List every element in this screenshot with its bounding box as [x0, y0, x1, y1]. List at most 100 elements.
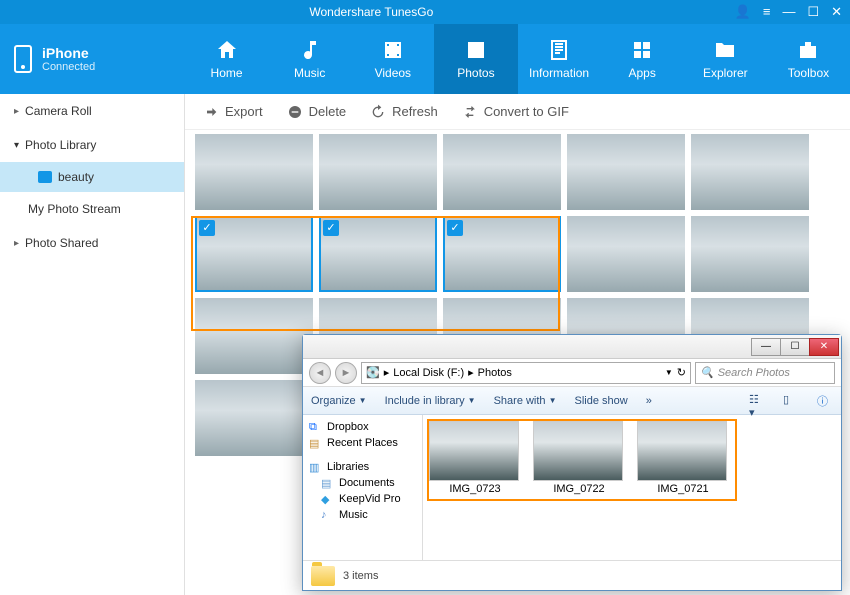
sidebar-photo-library[interactable]: Photo Library	[0, 128, 184, 162]
convert-gif-button[interactable]: Convert to GIF	[462, 104, 569, 120]
photo-thumb[interactable]	[691, 134, 809, 210]
explorer-maximize-button[interactable]: ☐	[780, 338, 810, 356]
search-input[interactable]: 🔍 Search Photos	[695, 362, 835, 384]
chevron-down-icon[interactable]: ▼	[665, 368, 673, 377]
refresh-button[interactable]: Refresh	[370, 104, 438, 120]
tree-documents[interactable]: ▤Documents	[305, 475, 420, 491]
export-icon	[203, 104, 219, 120]
explorer-icon	[713, 38, 737, 62]
tab-home[interactable]: Home	[185, 24, 268, 94]
photo-thumb[interactable]	[567, 216, 685, 292]
refresh-icon[interactable]: ↻	[677, 366, 686, 379]
sidebar-camera-roll[interactable]: Camera Roll	[0, 94, 184, 128]
overflow-icon[interactable]: »	[646, 395, 652, 407]
tab-apps[interactable]: Apps	[601, 24, 684, 94]
tree-dropbox[interactable]: ⧉Dropbox	[305, 419, 420, 435]
tab-label: Apps	[629, 66, 656, 80]
file-item[interactable]: IMG_0721	[637, 421, 729, 495]
sidebar-photo-shared[interactable]: Photo Shared	[0, 226, 184, 260]
photos-icon	[464, 38, 488, 62]
device-panel[interactable]: iPhone Connected	[0, 24, 185, 94]
forward-button[interactable]: ►	[335, 362, 357, 384]
breadcrumb-folder[interactable]: Photos	[478, 367, 512, 379]
slideshow-button[interactable]: Slide show	[574, 395, 627, 407]
tab-label: Music	[294, 66, 325, 80]
tab-videos[interactable]: Videos	[351, 24, 434, 94]
apps-icon	[630, 38, 654, 62]
file-name: IMG_0721	[637, 483, 729, 495]
tree-recent[interactable]: ▤Recent Places	[305, 435, 420, 451]
status-bar: 3 items	[303, 560, 841, 590]
info-icon	[547, 38, 571, 62]
libraries-icon: ▥	[309, 461, 323, 473]
sidebar-beauty[interactable]: beauty	[0, 162, 184, 192]
delete-button[interactable]: Delete	[287, 104, 347, 120]
toolbar-label: Export	[225, 104, 263, 119]
photo-folder-icon	[38, 171, 52, 183]
share-menu[interactable]: Share with▼	[494, 395, 557, 407]
phone-icon	[14, 45, 32, 73]
photo-thumb-selected[interactable]	[195, 216, 313, 292]
photo-thumb[interactable]	[195, 134, 313, 210]
tab-label: Explorer	[703, 66, 748, 80]
tab-label: Information	[529, 66, 589, 80]
video-icon	[381, 38, 405, 62]
explorer-minimize-button[interactable]: —	[751, 338, 781, 356]
photo-thumb-selected[interactable]	[443, 216, 561, 292]
tab-toolbox[interactable]: Toolbox	[767, 24, 850, 94]
view-options-icon[interactable]: ☷ ▾	[749, 393, 765, 409]
recent-icon: ▤	[309, 437, 323, 449]
tab-label: Home	[211, 66, 243, 80]
explorer-close-button[interactable]: ✕	[809, 338, 839, 356]
menu-icon[interactable]: ≡	[763, 4, 771, 20]
sidebar-item-label: beauty	[58, 170, 94, 184]
keepvid-icon: ◆	[321, 493, 335, 505]
documents-icon: ▤	[321, 477, 335, 489]
file-item[interactable]: IMG_0723	[429, 421, 521, 495]
photo-thumb[interactable]	[195, 380, 313, 456]
preview-pane-icon[interactable]: ▯	[783, 393, 799, 409]
tab-label: Photos	[457, 66, 494, 80]
help-icon[interactable]: ⓘ	[817, 393, 833, 409]
tab-explorer[interactable]: Explorer	[684, 24, 767, 94]
search-placeholder: Search Photos	[718, 367, 790, 379]
user-icon[interactable]: 👤	[735, 4, 751, 20]
minimize-icon[interactable]: —	[782, 4, 795, 20]
tab-photos[interactable]: Photos	[434, 24, 517, 94]
tree-keepvid[interactable]: ◆KeepVid Pro	[305, 491, 420, 507]
toolbar-label: Convert to GIF	[484, 104, 569, 119]
photo-thumb[interactable]	[567, 134, 685, 210]
home-icon	[215, 38, 239, 62]
close-icon[interactable]: ✕	[831, 4, 842, 20]
tree-music[interactable]: ♪Music	[305, 507, 420, 523]
address-bar[interactable]: 💽 ▸ Local Disk (F:) ▸ Photos ▼ ↻	[361, 362, 691, 384]
photo-thumb[interactable]	[195, 298, 313, 374]
device-name: iPhone	[42, 45, 95, 61]
music-folder-icon: ♪	[321, 509, 335, 521]
include-library-menu[interactable]: Include in library▼	[385, 395, 476, 407]
export-button[interactable]: Export	[203, 104, 263, 120]
tab-information[interactable]: Information	[518, 24, 601, 94]
toolbox-icon	[796, 38, 820, 62]
photo-thumb[interactable]	[691, 216, 809, 292]
toolbar-label: Delete	[309, 104, 347, 119]
sidebar: Camera Roll Photo Library beauty My Phot…	[0, 94, 185, 595]
file-pane[interactable]: IMG_0723 IMG_0722 IMG_0721	[423, 415, 841, 560]
maximize-icon[interactable]: ☐	[807, 4, 819, 20]
tab-music[interactable]: Music	[268, 24, 351, 94]
photo-thumb-selected[interactable]	[319, 216, 437, 292]
sidebar-my-photo-stream[interactable]: My Photo Stream	[0, 192, 184, 226]
file-item[interactable]: IMG_0722	[533, 421, 625, 495]
device-status: Connected	[42, 61, 95, 73]
tree-libraries[interactable]: ▥Libraries	[305, 459, 420, 475]
convert-icon	[462, 104, 478, 120]
delete-icon	[287, 104, 303, 120]
photo-thumb[interactable]	[443, 134, 561, 210]
photo-thumb[interactable]	[319, 134, 437, 210]
back-button[interactable]: ◄	[309, 362, 331, 384]
organize-menu[interactable]: Organize▼	[311, 395, 367, 407]
status-text: 3 items	[343, 570, 378, 582]
music-icon	[298, 38, 322, 62]
breadcrumb-disk[interactable]: Local Disk (F:)	[393, 367, 464, 379]
toolbar-label: Refresh	[392, 104, 438, 119]
